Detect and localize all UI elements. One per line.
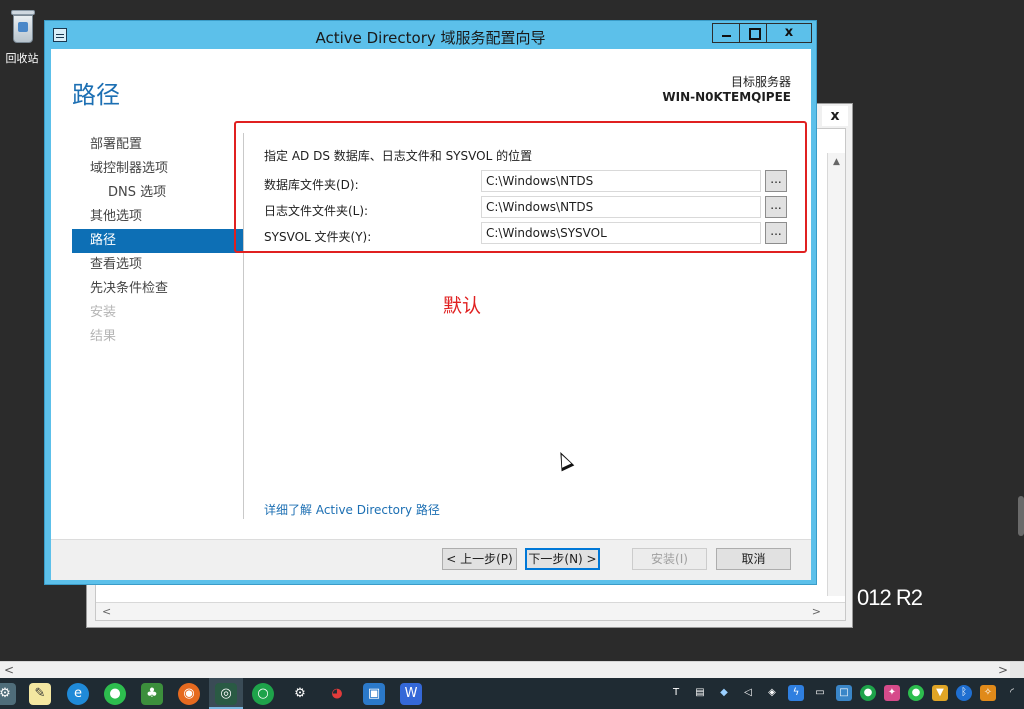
background-window-close-button[interactable]: x — [822, 106, 848, 126]
bluetooth-icon[interactable]: ᛒ — [956, 685, 972, 701]
edge-icon[interactable]: e — [67, 683, 89, 705]
weibo-icon[interactable]: ◕ — [326, 683, 348, 705]
log-folder-label: 日志文件文件夹(L): — [264, 204, 369, 218]
title-bar[interactable]: Active Directory 域服务配置向导 x — [45, 21, 816, 49]
minimize-button[interactable] — [712, 23, 740, 43]
gear-icon[interactable]: ⚙ — [289, 683, 311, 705]
notepad-icon[interactable]: ✎ — [29, 683, 51, 705]
package-icon[interactable]: ◆ — [716, 685, 732, 701]
scroll-right-icon[interactable]: > — [812, 605, 821, 618]
sysvol-folder-label: SYSVOL 文件夹(Y): — [264, 230, 372, 244]
wechat-icon[interactable]: ● — [104, 683, 126, 705]
log-folder-input[interactable]: C:\Windows\NTDS — [481, 196, 761, 218]
security-icon[interactable]: ▼ — [932, 685, 948, 701]
cancel-button[interactable]: 取消 — [716, 548, 791, 570]
nav-item-dns-options[interactable]: DNS 选项 — [72, 181, 243, 205]
window-icon[interactable]: □ — [836, 685, 852, 701]
tb-icon[interactable]: T — [668, 685, 684, 701]
wps-icon[interactable]: W — [400, 683, 422, 705]
firefox-icon[interactable]: ◉ — [178, 683, 200, 705]
wechat-tray-icon[interactable]: ● — [908, 685, 924, 701]
nav-item-additional-options[interactable]: 其他选项 — [72, 205, 243, 229]
nav-item-installation: 安装 — [90, 305, 117, 320]
target-server-name: WIN-N0KTEMQIPEE — [662, 90, 791, 104]
wifi-icon[interactable]: ◜ — [1004, 685, 1020, 701]
paths-content: 指定 AD DS 数据库、日志文件和 SYSVOL 的位置 数据库文件夹(D):… — [264, 147, 804, 248]
background-horizontal-scrollbar[interactable]: < > — [96, 602, 845, 620]
desktop-scroll-right-icon[interactable]: > — [998, 663, 1008, 677]
recycle-bin-label: 回收站 — [5, 52, 39, 65]
maximize-button[interactable] — [739, 23, 767, 43]
tool-icon[interactable]: ✧ — [980, 685, 996, 701]
section-label: 指定 AD DS 数据库、日志文件和 SYSVOL 的位置 — [264, 149, 533, 163]
lightning-icon[interactable]: ϟ — [788, 685, 804, 701]
target-server: 目标服务器 WIN-N0KTEMQIPEE — [662, 75, 791, 105]
page-title: 路径 — [72, 81, 120, 109]
database-folder-browse-button[interactable]: ... — [765, 170, 787, 192]
target-server-label: 目标服务器 — [730, 75, 791, 89]
mute-icon[interactable]: ◁ — [740, 685, 756, 701]
nav-item-prerequisites-check[interactable]: 先决条件检查 — [72, 277, 243, 301]
nav-item-dc-options[interactable]: 域控制器选项 — [72, 157, 243, 181]
install-button: 安装(I) — [632, 548, 707, 570]
ad-ds-config-wizard-window: Active Directory 域服务配置向导 x 路径 目标服务器 WIN-… — [44, 20, 817, 585]
nav-item-deployment-config[interactable]: 部署配置 — [72, 133, 243, 157]
nav-item-results: 结果 — [90, 329, 117, 344]
close-button[interactable]: x — [766, 23, 812, 43]
color-app-icon[interactable]: ✦ — [884, 685, 900, 701]
recycle-bin-icon — [6, 6, 38, 46]
background-window-os-text: 012 R2 — [857, 585, 923, 610]
wizard-footer: < 上一步(P) 下一步(N) > 安装(I) 取消 — [51, 539, 811, 580]
scroll-corner — [1010, 662, 1024, 678]
wizard-client-area: 路径 目标服务器 WIN-N0KTEMQIPEE 部署配置 域控制器选项 DNS… — [51, 49, 811, 580]
desktop-horizontal-scrollbar[interactable]: < > — [0, 661, 1024, 678]
sysvol-folder-input[interactable]: C:\Windows\SYSVOL — [481, 222, 761, 244]
log-folder-row: 日志文件文件夹(L): C:\Windows\NTDS ... — [264, 196, 804, 222]
sysvol-folder-browse-button[interactable]: ... — [765, 222, 787, 244]
green-app-icon[interactable]: ● — [860, 685, 876, 701]
next-button[interactable]: 下一步(N) > — [525, 548, 600, 570]
scroll-left-icon[interactable]: < — [102, 605, 111, 618]
learn-more-link[interactable]: 详细了解 Active Directory 路径 — [264, 501, 440, 518]
photos-icon[interactable]: ▣ — [363, 683, 385, 705]
wizard-nav: 部署配置 域控制器选项 DNS 选项 其他选项 路径 查看选项 先决条件检查 安… — [72, 133, 243, 349]
battery-icon[interactable]: ▭ — [812, 685, 828, 701]
sysvol-folder-row: SYSVOL 文件夹(Y): C:\Windows\SYSVOL ... — [264, 222, 804, 248]
database-folder-row: 数据库文件夹(D): C:\Windows\NTDS ... — [264, 170, 804, 196]
clover-icon[interactable]: ♣ — [141, 683, 163, 705]
desktop-scroll-thumb[interactable] — [1018, 496, 1024, 536]
annotation-default-text: 默认 — [443, 295, 482, 317]
window-title: Active Directory 域服务配置向导 — [315, 29, 546, 47]
terminal-eye-icon[interactable]: ◎ — [215, 683, 237, 705]
database-folder-label: 数据库文件夹(D): — [264, 178, 359, 192]
background-vertical-scrollbar[interactable]: ▲ — [827, 153, 845, 596]
settings-app-icon[interactable]: ⚙ — [0, 683, 16, 705]
previous-button[interactable]: < 上一步(P) — [442, 548, 517, 570]
printer-icon[interactable]: ▤ — [692, 685, 708, 701]
recycle-bin-shortcut[interactable]: 回收站 — [0, 6, 44, 66]
shield-icon[interactable]: ◈ — [764, 685, 780, 701]
log-folder-browse-button[interactable]: ... — [765, 196, 787, 218]
nav-item-paths[interactable]: 路径 — [72, 229, 243, 253]
green-circle-icon[interactable]: ○ — [252, 683, 274, 705]
database-folder-input[interactable]: C:\Windows\NTDS — [481, 170, 761, 192]
scroll-up-icon[interactable]: ▲ — [828, 157, 845, 167]
taskbar: ⚙ ✎ e ● ♣ ◉ ◎ ○ ⚙ ◕ ▣ W T ▤ ◆ ◁ ◈ ϟ ▭ □ … — [0, 678, 1024, 709]
desktop-scroll-left-icon[interactable]: < — [4, 663, 14, 677]
nav-item-review-options[interactable]: 查看选项 — [72, 253, 243, 277]
